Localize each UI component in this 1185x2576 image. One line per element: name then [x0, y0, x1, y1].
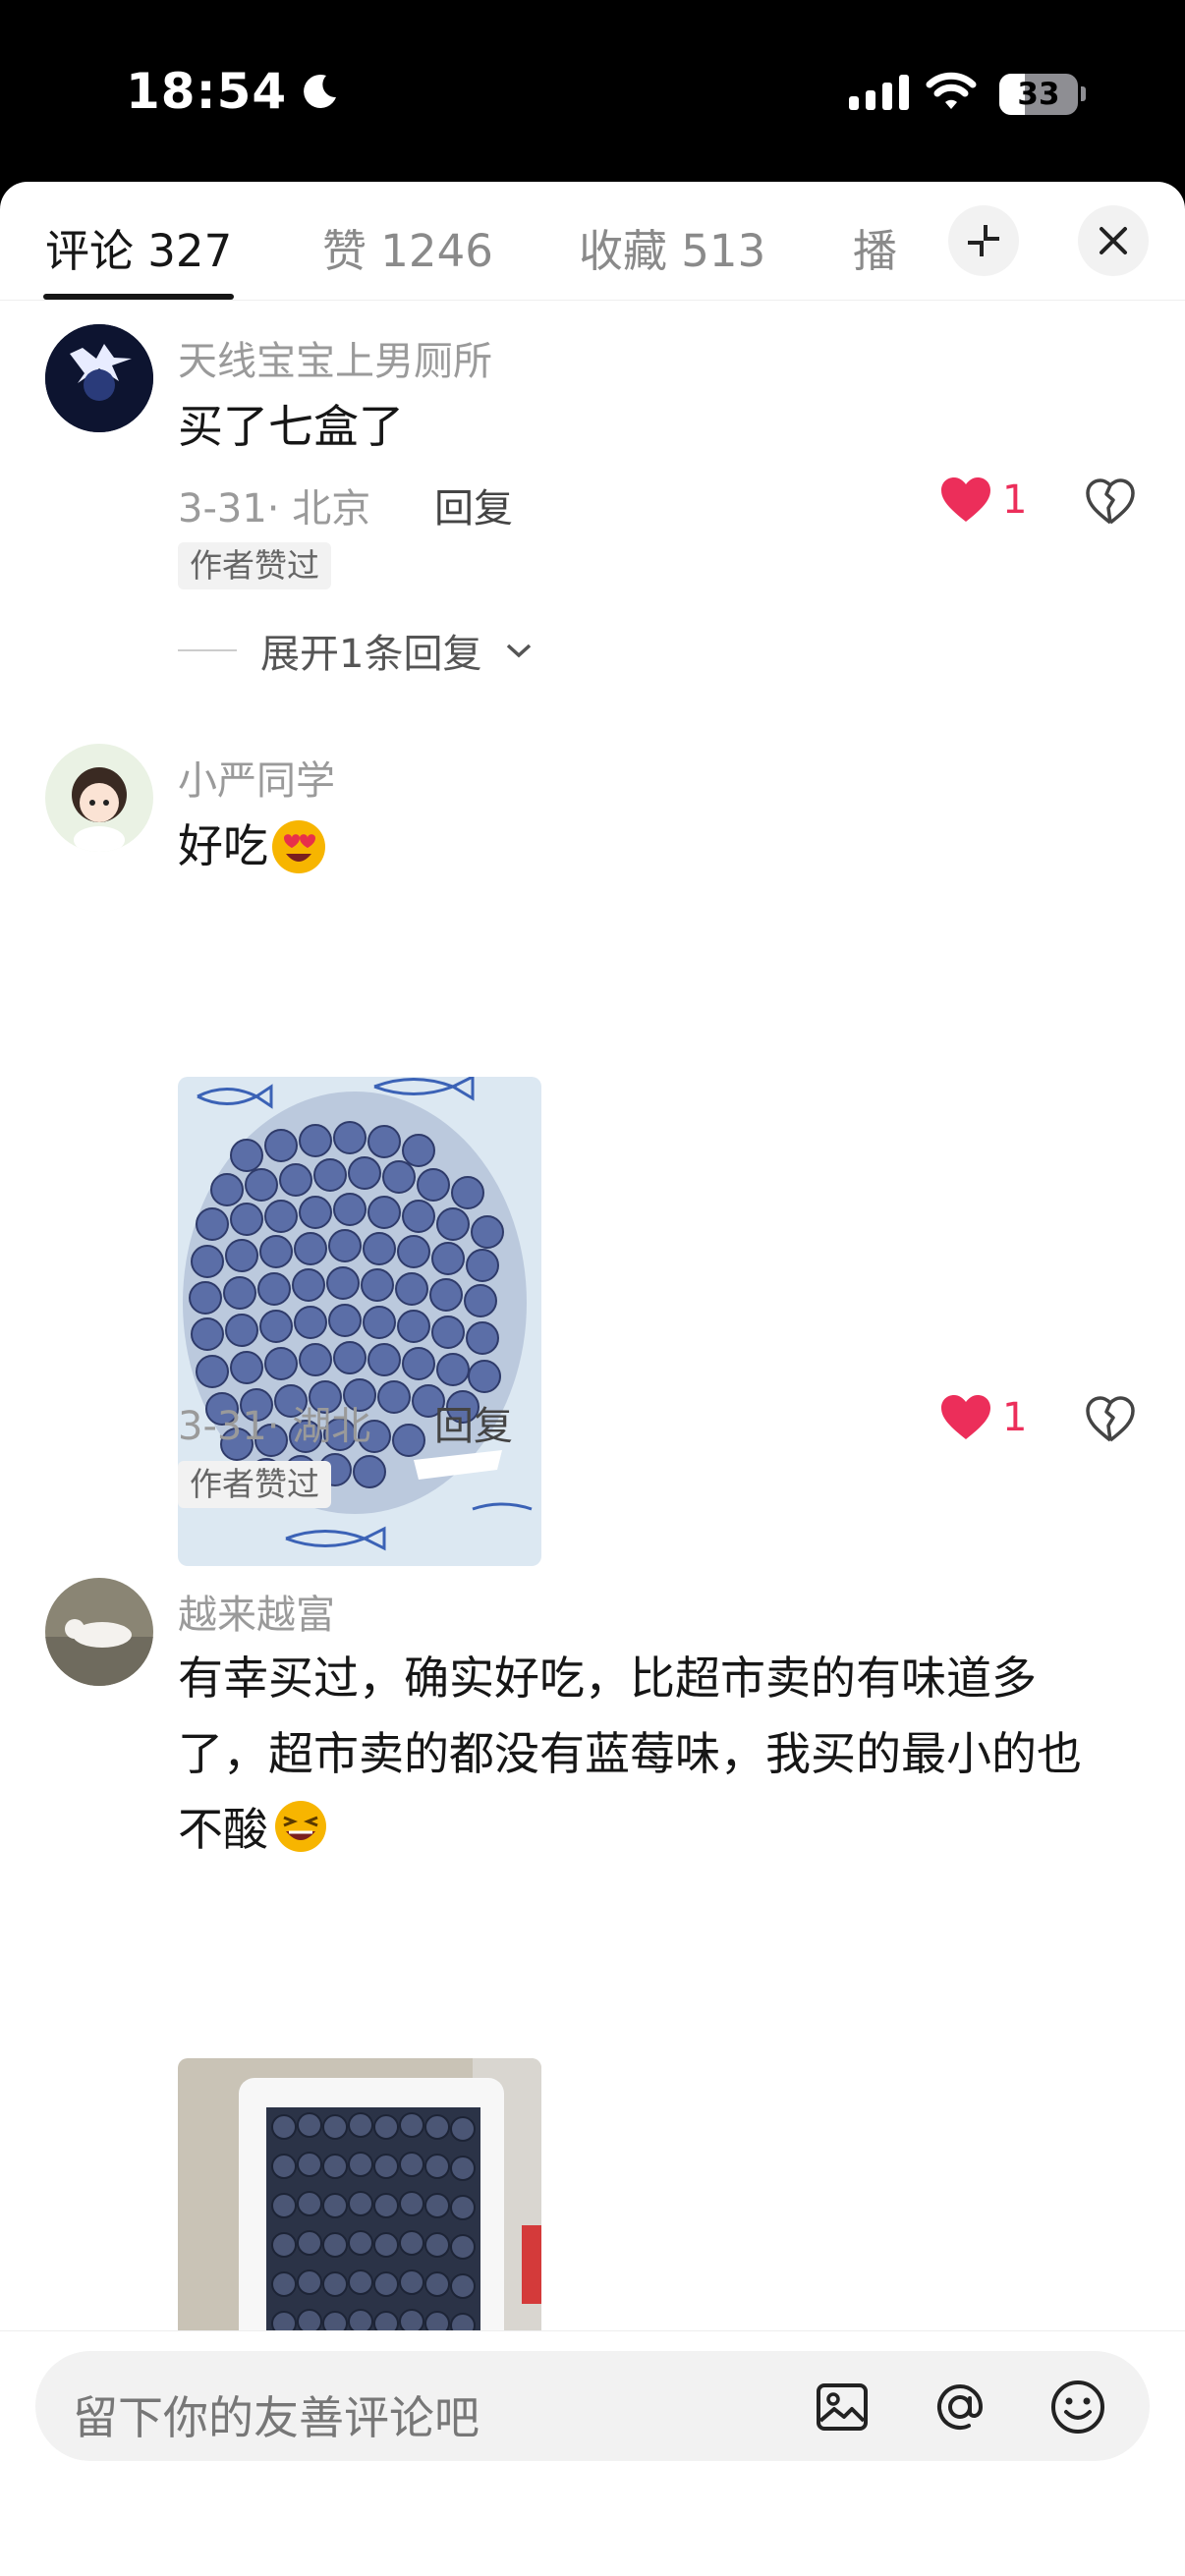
- comment-text: 好吃: [178, 819, 268, 872]
- minimize-icon: [968, 225, 999, 256]
- expand-replies-button[interactable]: 展开1条回复: [178, 622, 533, 679]
- status-bar: 18:54 33: [0, 0, 1185, 182]
- comment-text: 买了七盒了: [178, 400, 404, 453]
- close-icon: [1100, 227, 1127, 254]
- laughing-emoji-icon: [275, 1801, 326, 1852]
- avatar[interactable]: [45, 1578, 153, 1686]
- emoji-button[interactable]: [1047, 2377, 1108, 2437]
- like-count: 1: [1002, 1395, 1028, 1440]
- chevron-down-icon: [507, 644, 532, 658]
- wifi-icon: [926, 72, 977, 109]
- image-button[interactable]: [812, 2377, 873, 2437]
- expand-replies-label: 展开1条回复: [260, 632, 482, 677]
- comment-input-placeholder: 留下你的友善评论吧: [73, 2391, 480, 2444]
- battery-level: 33: [1017, 77, 1060, 112]
- avatar[interactable]: [45, 324, 153, 432]
- broken-heart-icon: [1086, 478, 1135, 525]
- comment-username[interactable]: 小严同学: [178, 749, 335, 806]
- tab-underline: [43, 294, 234, 300]
- comment-input[interactable]: 留下你的友善评论吧: [35, 2351, 1150, 2461]
- author-liked-badge: 作者赞过: [178, 1461, 331, 1508]
- like-count: 1: [1002, 477, 1028, 523]
- comment-date-location: 3-31· 湖北: [178, 1404, 371, 1449]
- heart-eyes-emoji-icon: [272, 819, 325, 873]
- reply-button[interactable]: 回复: [434, 1394, 513, 1451]
- tab-bar: 评论 327 赞 1246 收藏 513 播: [0, 182, 1185, 301]
- like-button[interactable]: 1: [939, 1394, 1027, 1441]
- mention-button[interactable]: [930, 2377, 990, 2437]
- tab-favorites[interactable]: 收藏 513: [579, 215, 765, 279]
- heart-filled-icon: [941, 477, 990, 522]
- image-icon: [817, 2383, 868, 2431]
- close-button[interactable]: [1078, 205, 1149, 276]
- comment-text-block: 有幸买过，确实好吃，比超市卖的有味道多了，超市卖的都没有蓝莓味，我买的最小的也不…: [178, 1641, 1121, 1868]
- tab-plays[interactable]: 播: [853, 215, 897, 279]
- status-time: 18:54: [126, 63, 340, 120]
- tab-comments[interactable]: 评论 327: [45, 215, 232, 279]
- author-liked-badge: 作者赞过: [178, 542, 331, 589]
- heart-filled-icon: [941, 1395, 990, 1439]
- like-button[interactable]: 1: [939, 476, 1027, 524]
- broken-heart-icon: [1086, 1396, 1135, 1442]
- comment-sheet: 评论 327 赞 1246 收藏 513 播 天线宝宝上男厕所 买了七盒了 3-…: [0, 182, 1185, 2576]
- dislike-button[interactable]: [1085, 1396, 1136, 1447]
- comment-input-bar: 留下你的友善评论吧: [0, 2330, 1185, 2576]
- comment-text-row: 好吃: [178, 809, 1121, 884]
- dislike-button[interactable]: [1085, 478, 1136, 530]
- avatar[interactable]: [45, 744, 153, 852]
- clock-text: 18:54: [126, 63, 288, 120]
- tab-likes[interactable]: 赞 1246: [322, 215, 493, 279]
- comment-date-location: 3-31· 北京: [178, 486, 371, 532]
- battery-tip: [1081, 86, 1086, 101]
- battery-icon: 33: [999, 74, 1078, 115]
- comment-username[interactable]: 越来越富: [178, 1583, 335, 1640]
- emoji-icon: [1051, 2380, 1104, 2434]
- cellular-signal-icon: [849, 75, 909, 110]
- at-icon: [937, 2384, 984, 2430]
- comment-username[interactable]: 天线宝宝上男厕所: [178, 329, 492, 386]
- moon-icon: [304, 74, 337, 108]
- minimize-button[interactable]: [948, 205, 1019, 276]
- reply-button[interactable]: 回复: [434, 476, 513, 533]
